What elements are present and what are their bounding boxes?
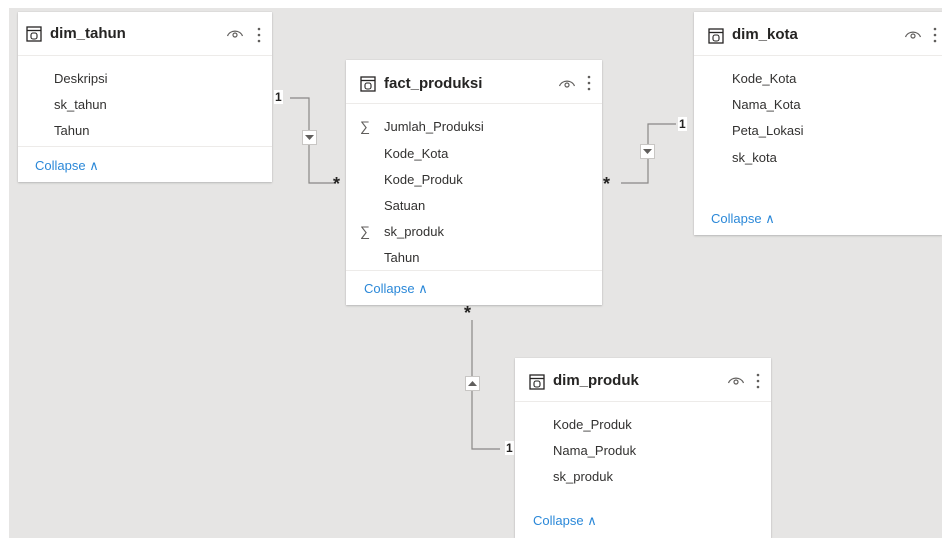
cardinality-many-produk: *: [464, 303, 472, 323]
field-deskripsi[interactable]: Deskripsi: [54, 71, 107, 86]
field-kode-produk[interactable]: Kode_Produk: [553, 417, 632, 432]
cross-filter-direction-kota[interactable]: [640, 144, 655, 159]
table-card-dim-produk[interactable]: dim_produk Kode_Produk Nama_Produk sk_pr…: [515, 358, 771, 538]
divider: [18, 146, 272, 147]
table-icon: [26, 26, 42, 42]
table-title: dim_produk: [553, 372, 639, 389]
field-sk-kota[interactable]: sk_kota: [732, 150, 777, 165]
field-sk-produk[interactable]: sk_produk: [553, 469, 613, 484]
field-jumlah-produksi[interactable]: Jumlah_Produksi: [384, 119, 484, 134]
card-header[interactable]: dim_produk: [515, 358, 771, 402]
field-tahun[interactable]: Tahun: [54, 123, 89, 138]
eye-icon[interactable]: [226, 27, 244, 39]
eye-icon[interactable]: [904, 28, 922, 40]
table-title: dim_tahun: [50, 25, 126, 42]
cardinality-many-kota: *: [603, 174, 611, 194]
field-nama-produk[interactable]: Nama_Produk: [553, 443, 636, 458]
field-satuan[interactable]: Satuan: [384, 198, 425, 213]
table-icon: [529, 374, 545, 390]
chevron-up-icon: ∧: [89, 158, 99, 173]
more-options-icon[interactable]: [755, 372, 761, 390]
collapse-button[interactable]: Collapse ∧: [364, 281, 428, 297]
card-header[interactable]: dim_kota: [694, 12, 942, 56]
collapse-label: Collapse: [35, 158, 86, 173]
table-title: fact_produksi: [384, 75, 483, 92]
table-card-fact-produksi[interactable]: fact_produksi ∑ Jumlah_Produksi Kode_Kot…: [346, 60, 602, 305]
field-kode-produk[interactable]: Kode_Produk: [384, 172, 463, 187]
field-kode-kota[interactable]: Kode_Kota: [732, 71, 796, 86]
divider: [346, 270, 602, 271]
chevron-up-icon: ∧: [765, 211, 775, 226]
table-card-dim-kota[interactable]: dim_kota Kode_Kota Nama_Kota Peta_Lokasi…: [694, 12, 942, 235]
field-sk-produk[interactable]: sk_produk: [384, 224, 444, 239]
collapse-label: Collapse: [711, 211, 762, 226]
eye-icon[interactable]: [558, 77, 576, 89]
field-nama-kota[interactable]: Nama_Kota: [732, 97, 801, 112]
field-tahun[interactable]: Tahun: [384, 250, 419, 265]
eye-icon[interactable]: [727, 374, 745, 386]
collapse-button[interactable]: Collapse ∧: [533, 513, 597, 529]
field-peta-lokasi[interactable]: Peta_Lokasi: [732, 123, 804, 138]
cardinality-many-tahun: *: [333, 174, 341, 194]
field-kode-kota[interactable]: Kode_Kota: [384, 146, 448, 161]
more-options-icon[interactable]: [256, 26, 262, 44]
triangle-down-icon: [305, 135, 314, 140]
sigma-icon: ∑: [360, 118, 370, 134]
triangle-down-icon: [643, 149, 652, 154]
chevron-up-icon: ∧: [418, 281, 428, 296]
cross-filter-direction-produk[interactable]: [465, 376, 480, 391]
collapse-label: Collapse: [364, 281, 415, 296]
collapse-label: Collapse: [533, 513, 584, 528]
cardinality-one-kota: 1: [678, 117, 687, 131]
triangle-up-icon: [468, 381, 477, 386]
field-sk-tahun[interactable]: sk_tahun: [54, 97, 107, 112]
table-icon: [360, 76, 376, 92]
collapse-button[interactable]: Collapse ∧: [711, 211, 775, 227]
collapse-button[interactable]: Collapse ∧: [35, 158, 99, 174]
chevron-up-icon: ∧: [587, 513, 597, 528]
table-card-dim-tahun[interactable]: dim_tahun Deskripsi sk_tahun Tahun Colla…: [18, 12, 272, 182]
cross-filter-direction-tahun[interactable]: [302, 130, 317, 145]
card-header[interactable]: dim_tahun: [18, 12, 272, 56]
table-title: dim_kota: [732, 26, 798, 43]
cardinality-one-tahun: 1: [274, 90, 283, 104]
card-header[interactable]: fact_produksi: [346, 60, 602, 104]
sigma-icon: ∑: [360, 223, 370, 239]
table-icon: [708, 28, 724, 44]
cardinality-one-produk: 1: [505, 441, 514, 455]
more-options-icon[interactable]: [932, 26, 938, 44]
more-options-icon[interactable]: [586, 74, 592, 92]
